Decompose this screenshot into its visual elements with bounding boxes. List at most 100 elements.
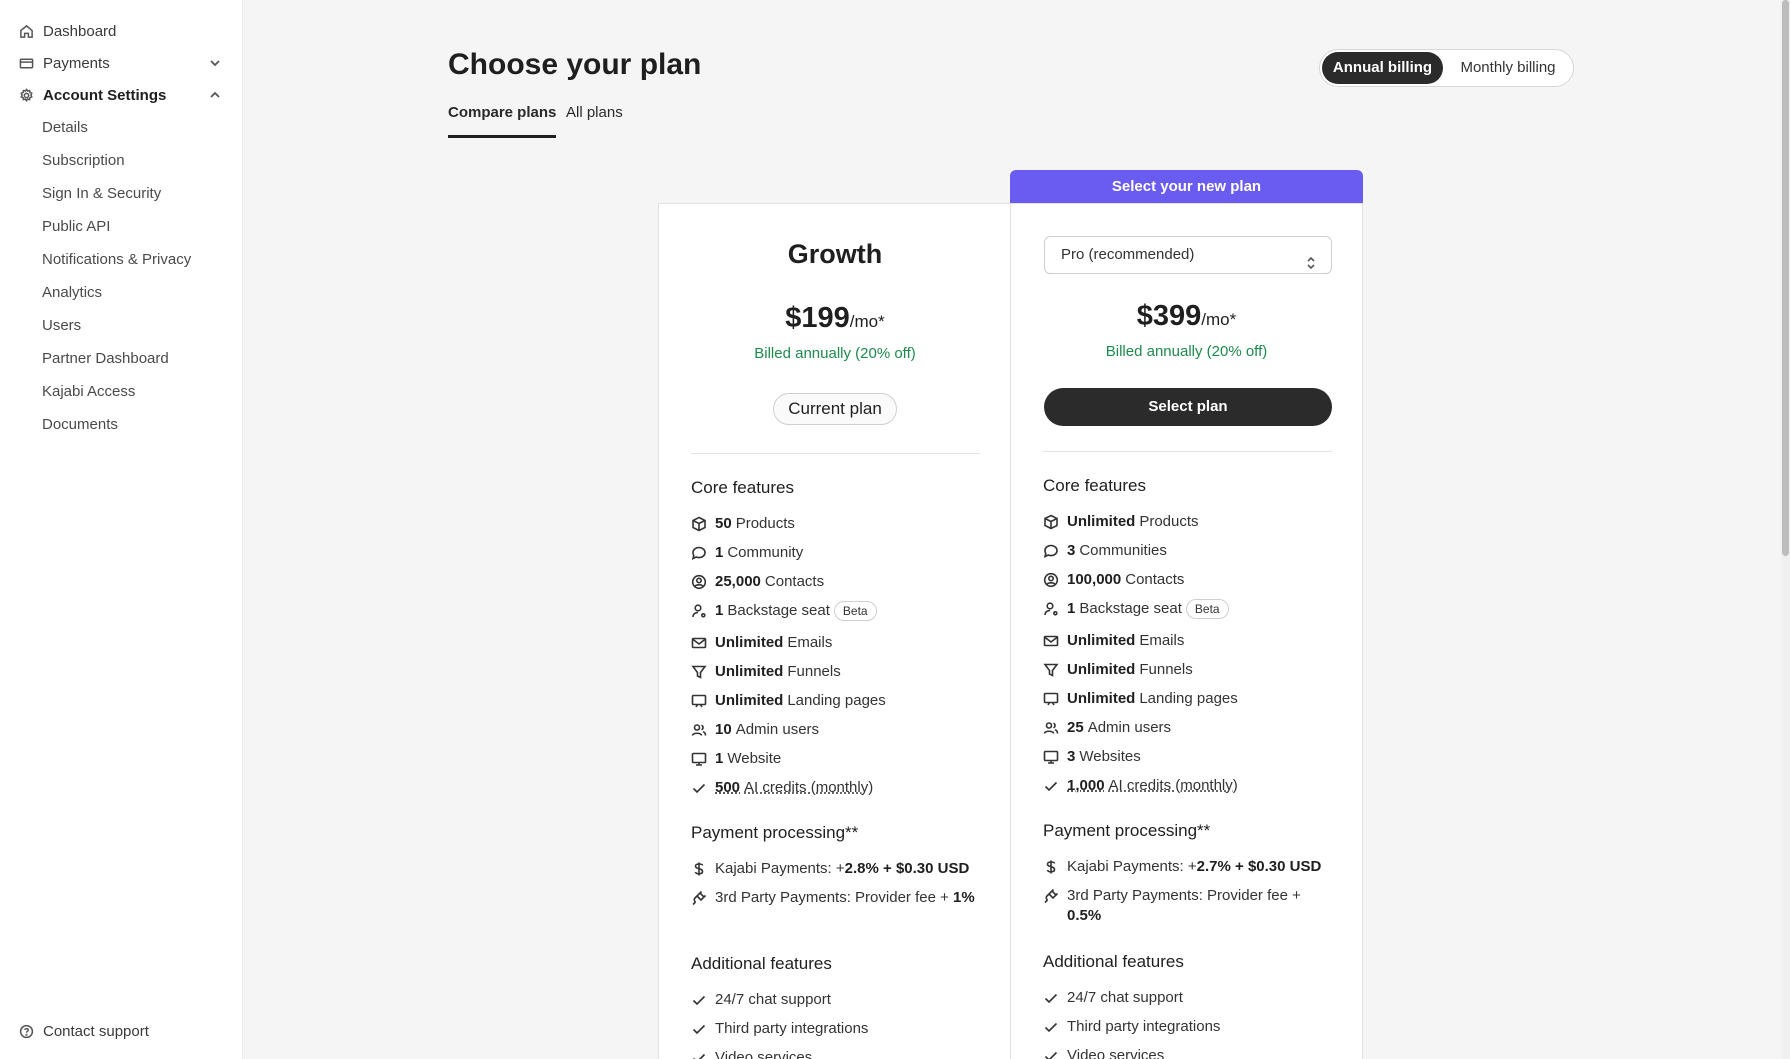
feature-item: 1 Backstage seat Beta <box>691 601 981 621</box>
payment-processing-title: Payment processing** <box>691 823 859 842</box>
feature-item: 1 Community <box>691 543 981 563</box>
check-icon <box>691 780 707 796</box>
price-period: /mo* <box>849 312 885 331</box>
funnel-icon <box>1043 662 1059 678</box>
check-icon <box>691 1021 707 1037</box>
divider <box>691 453 980 454</box>
beta-badge: Beta <box>833 601 877 621</box>
sidebar-subitem-details[interactable]: Details <box>42 117 88 139</box>
payment-processing-title: Payment processing** <box>1043 821 1211 840</box>
feature-item: 1 Website <box>691 749 981 769</box>
divider <box>1043 451 1332 452</box>
monitor-icon <box>1043 749 1059 765</box>
feature-item: 500 AI credits (monthly) <box>691 778 981 798</box>
additional-item: Video services <box>691 1048 981 1059</box>
monthly-billing-button[interactable]: Monthly billing <box>1447 52 1569 84</box>
feature-item: Unlimited Products <box>1043 512 1333 532</box>
chat-bubble-icon <box>691 545 707 561</box>
sidebar-subitem-partner-dashboard[interactable]: Partner Dashboard <box>42 348 169 370</box>
sidebar-subitem-kajabi-access[interactable]: Kajabi Access <box>42 381 135 403</box>
dollar-icon <box>1043 859 1059 875</box>
chat-bubble-icon <box>1043 543 1059 559</box>
billed-note: Billed annually (20% off) <box>1105 343 1268 360</box>
chevron-down-icon[interactable] <box>208 56 222 70</box>
feature-item: 1 Backstage seat Beta <box>1043 599 1333 619</box>
tab-compare-plans[interactable]: Compare plans <box>448 104 557 138</box>
price-amount: $199 <box>785 302 850 334</box>
contact-support-label: Contact support <box>43 1022 149 1040</box>
sidebar-subitem-public-api[interactable]: Public API <box>42 216 110 238</box>
payment-item: 3rd Party Payments: Provider fee + 0.5% <box>1043 886 1333 926</box>
chevron-up-down-icon <box>1305 248 1317 270</box>
check-icon <box>1043 1019 1059 1035</box>
select-plan-button[interactable]: Select plan <box>1044 388 1332 426</box>
feature-item: Unlimited Funnels <box>1043 660 1333 680</box>
additional-item: 24/7 chat support <box>691 990 981 1010</box>
billed-note: Billed annually (20% off) <box>754 345 916 362</box>
feature-item: 50 Products <box>691 514 981 534</box>
check-icon <box>691 1050 707 1059</box>
sidebar-subitem-documents[interactable]: Documents <box>42 414 118 436</box>
plan-select-dropdown[interactable]: Pro (recommended) <box>1044 236 1332 274</box>
feature-item: Unlimited Landing pages <box>1043 689 1333 709</box>
payment-item: Kajabi Payments: +2.8% + $0.30 USD <box>691 859 981 879</box>
check-icon <box>691 992 707 1008</box>
plug-icon <box>691 890 707 906</box>
mail-icon <box>1043 633 1059 649</box>
plan-card-growth: Growth $199/mo* Billed annually (20% off… <box>658 203 1011 1059</box>
contact-support-link[interactable]: Contact support <box>18 1019 224 1043</box>
sidebar-item-dashboard[interactable]: Dashboard <box>18 19 224 43</box>
additional-item: Third party integrations <box>691 1019 981 1039</box>
feature-item: 10 Admin users <box>691 720 981 740</box>
box-icon <box>691 516 707 532</box>
check-icon <box>1043 1048 1059 1059</box>
user-star-icon <box>691 603 707 619</box>
core-features-title: Core features <box>1043 476 1146 495</box>
sidebar-subitem-analytics[interactable]: Analytics <box>42 282 102 304</box>
feature-item: Unlimited Emails <box>691 633 981 653</box>
feature-item: 25 Admin users <box>1043 718 1333 738</box>
payment-item: 3rd Party Payments: Provider fee + 1% <box>691 888 981 908</box>
billing-toggle: Annual billing Monthly billing <box>1319 49 1574 87</box>
page-title: Choose your plan <box>448 48 702 81</box>
sidebar-subitem-users[interactable]: Users <box>42 315 81 337</box>
chevron-up-icon[interactable] <box>208 88 222 102</box>
price-period: /mo* <box>1201 310 1237 329</box>
sidebar-subitem-notifications-privacy[interactable]: Notifications & Privacy <box>42 249 191 271</box>
sidebar-item-label: Dashboard <box>43 22 117 40</box>
payment-item: Kajabi Payments: +2.7% + $0.30 USD <box>1043 857 1333 877</box>
tab-all-plans[interactable]: All plans <box>566 104 623 138</box>
core-features-title: Core features <box>691 478 794 497</box>
feature-item: Unlimited Landing pages <box>691 691 981 711</box>
sidebar-item-payments[interactable]: Payments <box>18 51 224 75</box>
check-icon <box>1043 778 1059 794</box>
plan-name: Growth <box>787 239 883 269</box>
beta-badge: Beta <box>1185 599 1229 619</box>
additional-item: 24/7 chat support <box>1043 988 1333 1008</box>
feature-item: 3 Websites <box>1043 747 1333 767</box>
feature-item: 1,000 AI credits (monthly) <box>1043 776 1333 796</box>
plug-icon <box>1043 888 1059 904</box>
users-icon <box>691 722 707 738</box>
gear-icon <box>18 87 34 103</box>
funnel-icon <box>691 664 707 680</box>
scrollbar-thumb[interactable] <box>1782 0 1789 556</box>
feature-item: Unlimited Funnels <box>691 662 981 682</box>
additional-item: Third party integrations <box>1043 1017 1333 1037</box>
price-amount: $399 <box>1136 300 1202 332</box>
monitor-icon <box>691 751 707 767</box>
annual-billing-button[interactable]: Annual billing <box>1322 52 1443 84</box>
landing-page-icon <box>1043 691 1059 707</box>
additional-item: Video services <box>1043 1046 1333 1059</box>
additional-features-title: Additional features <box>691 954 832 973</box>
dollar-icon <box>691 861 707 877</box>
box-icon <box>1043 514 1059 530</box>
sidebar-subitem-subscription[interactable]: Subscription <box>42 150 125 172</box>
user-circle-icon <box>691 574 707 590</box>
card-icon <box>18 55 34 71</box>
home-icon <box>18 23 34 39</box>
sidebar-item-account-settings[interactable]: Account Settings <box>18 83 224 107</box>
plan-price: $199/mo* <box>659 302 1011 335</box>
plan-card-pro: Pro (recommended) $399/mo* Billed annual… <box>1010 203 1363 1059</box>
sidebar-subitem-sign-in-security[interactable]: Sign In & Security <box>42 183 161 205</box>
